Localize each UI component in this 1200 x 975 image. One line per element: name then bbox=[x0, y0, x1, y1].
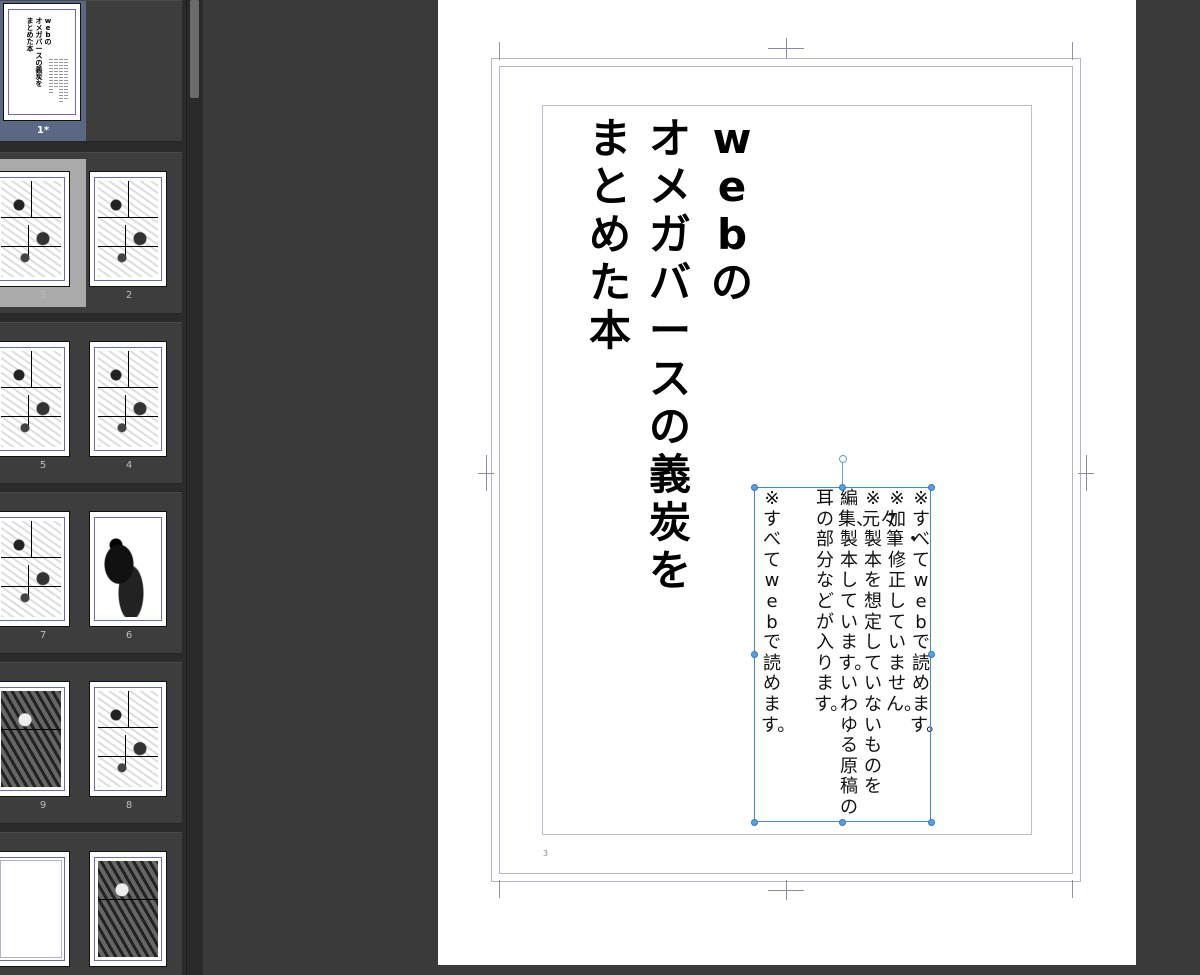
resize-handle-top-right[interactable] bbox=[928, 484, 935, 491]
thumb-title-col-1: webの bbox=[44, 17, 52, 46]
resize-handle-top[interactable] bbox=[839, 484, 846, 491]
page-number-label: 8 bbox=[125, 800, 133, 811]
page-number: 3 bbox=[543, 849, 549, 858]
page-thumbnail-1[interactable]: webの オメガバースの義炭を まとめた本 1* bbox=[0, 1, 86, 141]
resize-handle-top-left[interactable] bbox=[751, 484, 758, 491]
page-thumbnail-image bbox=[0, 341, 70, 457]
registration-mark-top bbox=[768, 38, 804, 58]
crop-mark bbox=[1072, 880, 1073, 898]
page-thumbnail-image bbox=[89, 341, 167, 457]
title-column-2[interactable]: オメガバースの義炭を bbox=[646, 115, 694, 595]
page-thumbnail-7[interactable]: 7 bbox=[0, 499, 86, 647]
page-thumbnail-image bbox=[0, 681, 70, 797]
spread-4: 7 6 bbox=[0, 492, 182, 654]
page-panel-scrollbar[interactable] bbox=[186, 0, 203, 975]
crop-mark bbox=[499, 880, 500, 898]
page-thumbnail-4[interactable]: 4 bbox=[86, 329, 172, 477]
page-thumbnail-dark[interactable] bbox=[86, 839, 172, 975]
registration-mark-left bbox=[478, 455, 494, 491]
page-thumbnail-image bbox=[89, 681, 167, 797]
page-thumbnail-image bbox=[89, 171, 167, 287]
spread-6 bbox=[0, 832, 182, 975]
spread-5: 9 8 bbox=[0, 662, 182, 824]
page-thumbnail-image bbox=[89, 851, 167, 967]
page-thumbnail-8[interactable]: 8 bbox=[86, 669, 172, 817]
page-thumbnail-blank[interactable] bbox=[0, 839, 86, 975]
page-thumbnail-6[interactable]: 6 bbox=[86, 499, 172, 647]
page-number-label: 9 bbox=[39, 800, 47, 811]
page-number-label: 1* bbox=[36, 125, 50, 136]
page-number-label: 5 bbox=[39, 460, 47, 471]
spread-2: 3 2 bbox=[0, 152, 182, 314]
title-column-3[interactable]: まとめた本 bbox=[586, 115, 634, 355]
text-selection-box[interactable] bbox=[754, 487, 931, 822]
page-number-label: 3 bbox=[39, 290, 47, 301]
page-thumbnail-3[interactable]: 3 bbox=[0, 159, 86, 307]
page-thumbnail-image: webの オメガバースの義炭を まとめた本 bbox=[3, 3, 81, 121]
page-thumbnail-5[interactable]: 5 bbox=[0, 329, 86, 477]
page-number-label: 2 bbox=[125, 290, 133, 301]
page-number-label: 4 bbox=[125, 460, 133, 471]
registration-mark-right bbox=[1078, 455, 1094, 491]
rotate-handle[interactable] bbox=[839, 455, 847, 463]
scrollbar-thumb[interactable] bbox=[190, 0, 199, 98]
spread-1: webの オメガバースの義炭を まとめた本 1* bbox=[0, 0, 182, 142]
resize-handle-right[interactable] bbox=[928, 651, 935, 658]
page-panel: webの オメガバースの義炭を まとめた本 1* 3 2 5 4 7 6 9 8 bbox=[0, 0, 186, 975]
thumb-title-col-3: まとめた本 bbox=[26, 17, 34, 53]
title-column-1[interactable]: webの bbox=[708, 115, 756, 307]
page-thumbnail-9[interactable]: 9 bbox=[0, 669, 86, 817]
page-thumbnail-image bbox=[0, 851, 70, 967]
thumb-title-col-2: オメガバースの義炭を bbox=[35, 17, 43, 88]
spread-3: 5 4 bbox=[0, 322, 182, 484]
page-thumbnail-2[interactable]: 2 bbox=[86, 159, 172, 307]
page-thumbnail-image bbox=[0, 511, 70, 627]
crop-mark bbox=[1072, 42, 1073, 60]
resize-handle-left[interactable] bbox=[751, 651, 758, 658]
crop-mark bbox=[499, 42, 500, 60]
resize-handle-bottom[interactable] bbox=[839, 819, 846, 826]
page-number-label: 7 bbox=[39, 630, 47, 641]
resize-handle-bottom-left[interactable] bbox=[751, 819, 758, 826]
canvas-area[interactable]: webの オメガバースの義炭を まとめた本 ※すべてwebで読めます。 ※加筆・… bbox=[203, 0, 1200, 975]
page-thumbnail-image bbox=[89, 511, 167, 627]
page-canvas[interactable]: webの オメガバースの義炭を まとめた本 ※すべてwebで読めます。 ※加筆・… bbox=[438, 0, 1136, 965]
registration-mark-bottom bbox=[768, 880, 804, 900]
page-thumbnail-image bbox=[0, 171, 70, 287]
resize-handle-bottom-right[interactable] bbox=[928, 819, 935, 826]
page-number-label: 6 bbox=[125, 630, 133, 641]
